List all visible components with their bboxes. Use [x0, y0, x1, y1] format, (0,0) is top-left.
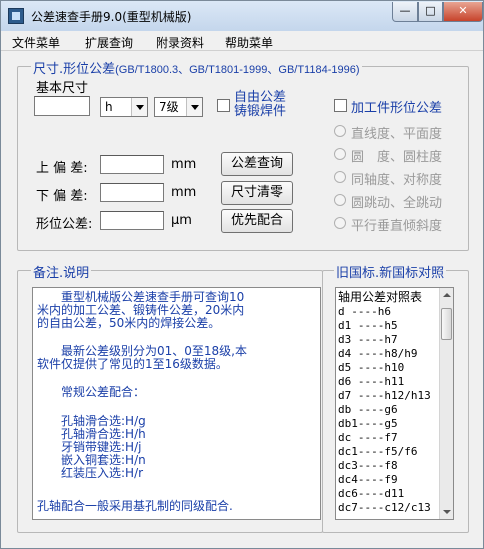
- scroll-up-icon[interactable]: [443, 293, 451, 297]
- free-tolerance-line1: 自由公差: [234, 90, 287, 105]
- fit-letter-select[interactable]: h: [100, 97, 148, 117]
- free-tolerance-label: 自由公差 铸锻焊件: [234, 91, 286, 119]
- grade-value: 7级: [159, 100, 179, 114]
- notes-line: 孔轴配合一般采用基孔制的同级配合.: [37, 499, 233, 513]
- window-title: 公差速查手册9.0(重型机械版): [31, 10, 192, 24]
- mapping-header: 轴用公差对照表: [338, 290, 423, 304]
- app-window: 公差速查手册9.0(重型机械版) — □ ✕ 文件菜单 扩展查询 附录资料 帮助…: [0, 0, 484, 549]
- title-bar[interactable]: 公差速查手册9.0(重型机械版) — □ ✕: [1, 1, 483, 31]
- mapping-group-title: 旧国标.新国标对照: [334, 262, 447, 281]
- menu-appendix[interactable]: 附录资料: [156, 34, 204, 51]
- menu-help[interactable]: 帮助菜单: [225, 34, 273, 51]
- notes-line: 红装压入选:H/r: [37, 466, 144, 480]
- form-tolerance-field[interactable]: [100, 211, 164, 230]
- chevron-down-icon: [186, 98, 202, 116]
- close-button[interactable]: ✕: [443, 2, 483, 22]
- notes-line: 常规公差配合：: [37, 385, 146, 399]
- upper-unit: mm: [171, 157, 197, 172]
- workpiece-form-label: 加工件形位公差: [351, 101, 443, 116]
- maximize-button[interactable]: □: [418, 2, 443, 22]
- radio-coaxiality[interactable]: [334, 171, 346, 183]
- list-item[interactable]: db1----g5: [338, 417, 398, 431]
- list-item[interactable]: d1 ----h5: [338, 319, 398, 333]
- tolerance-group-label: 尺寸.形位公差(GB/T1800.3、GB/T1801-1999、GB/T118…: [31, 58, 362, 77]
- list-item[interactable]: d4 ----h8/h9: [338, 347, 417, 361]
- list-item[interactable]: db ----g6: [338, 403, 398, 417]
- list-item[interactable]: dc3----f8: [338, 459, 398, 473]
- radio-parallelism[interactable]: [334, 217, 346, 229]
- form-unit: μm: [171, 213, 192, 228]
- notes-line: 的自由公差，50米内的焊接公差。: [37, 316, 221, 330]
- radio-roundness[interactable]: [334, 148, 346, 160]
- scroll-down-icon[interactable]: [443, 510, 451, 514]
- free-tolerance-line2: 铸锻焊件: [234, 104, 287, 119]
- radio-straightness[interactable]: [334, 125, 346, 137]
- list-item[interactable]: dc4----f9: [338, 473, 398, 487]
- mapping-list[interactable]: 轴用公差对照表 d ----h6 d1 ----h5 d3 ----h7 d4 …: [335, 287, 454, 520]
- notes-group-title: 备注.说明: [31, 262, 92, 281]
- list-item[interactable]: dc ----f7: [338, 431, 398, 445]
- form-tolerance-label: 形位公差:: [36, 217, 93, 232]
- grade-select[interactable]: 7级: [154, 97, 203, 117]
- radio-roundness-label: 圆 度、圆柱度: [351, 150, 443, 165]
- radio-runout-label: 圆跳动、全跳动: [351, 196, 443, 211]
- free-tolerance-checkbox[interactable]: [217, 99, 230, 112]
- radio-parallelism-label: 平行垂直倾斜度: [351, 219, 443, 234]
- tolerance-group-standard: (GB/T1800.3、GB/T1801-1999、GB/T1184-1996): [115, 64, 360, 76]
- list-scrollbar[interactable]: [439, 288, 453, 519]
- menu-extended-query[interactable]: 扩展查询: [85, 34, 133, 51]
- radio-coaxiality-label: 同轴度、对称度: [351, 173, 443, 188]
- chevron-down-icon: [131, 98, 147, 116]
- menu-file[interactable]: 文件菜单: [12, 34, 60, 51]
- tolerance-query-button[interactable]: 公差查询: [221, 152, 293, 176]
- menu-bar: 文件菜单 扩展查询 附录资料 帮助菜单: [1, 31, 483, 51]
- basic-size-label: 基本尺寸: [36, 81, 89, 96]
- fit-letter-value: h: [105, 100, 113, 114]
- workpiece-form-checkbox[interactable]: [334, 99, 347, 112]
- list-item[interactable]: dc1----f5/f6: [338, 445, 417, 459]
- radio-straightness-label: 直线度、平面度: [351, 127, 443, 142]
- radio-runout[interactable]: [334, 194, 346, 206]
- tolerance-group-title: 尺寸.形位公差: [33, 62, 116, 77]
- lower-unit: mm: [171, 185, 197, 200]
- app-icon: [8, 8, 24, 24]
- scroll-thumb[interactable]: [441, 308, 452, 340]
- size-clear-button[interactable]: 尺寸清零: [221, 181, 293, 205]
- lower-deviation-field[interactable]: [100, 183, 164, 202]
- preferred-fit-button[interactable]: 优先配合: [221, 209, 293, 233]
- list-item[interactable]: d ----h6: [338, 305, 391, 319]
- list-item[interactable]: d5 ----h10: [338, 361, 404, 375]
- upper-deviation-field[interactable]: [100, 155, 164, 174]
- list-item[interactable]: d6 ----h11: [338, 375, 404, 389]
- lower-deviation-label: 下 偏 差:: [36, 189, 88, 204]
- notes-textarea[interactable]: 重型机械版公差速查手册可查询10 米内的加工公差、锻铸件公差，20米内 的自由公…: [32, 287, 321, 520]
- list-item[interactable]: dc7----c12/c13: [338, 501, 431, 515]
- list-item[interactable]: d3 ----h7: [338, 333, 398, 347]
- list-item[interactable]: d7 ----h12/h13: [338, 389, 431, 403]
- minimize-button[interactable]: —: [392, 2, 418, 22]
- list-item[interactable]: dc6----d11: [338, 487, 404, 501]
- basic-size-input[interactable]: [34, 96, 90, 116]
- notes-line: 软件仅提供了常见的1至16级数据。: [37, 357, 228, 371]
- upper-deviation-label: 上 偏 差:: [36, 161, 88, 176]
